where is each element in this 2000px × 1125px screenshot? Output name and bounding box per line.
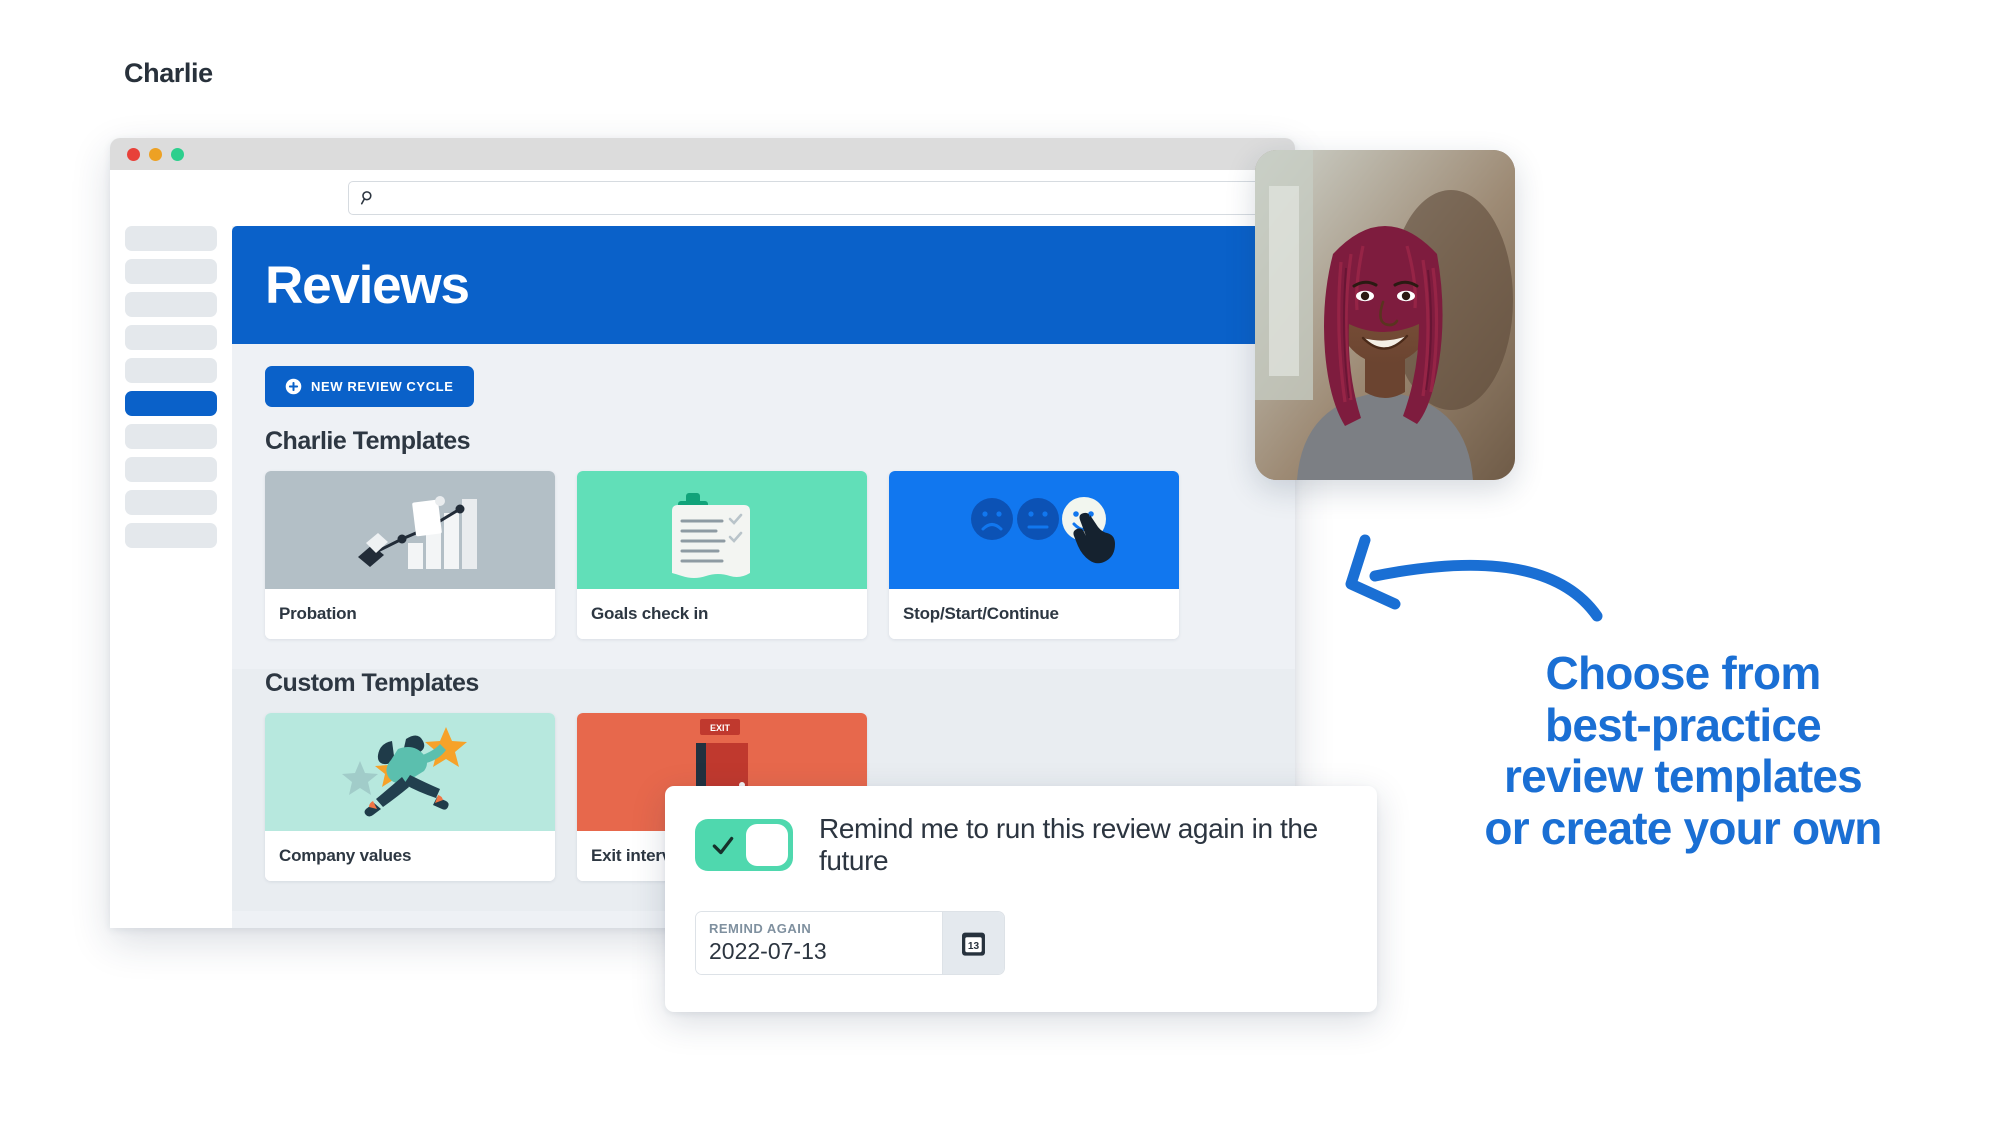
maximize-window-button[interactable]: [171, 147, 184, 161]
template-card-label: Probation: [265, 589, 555, 639]
curved-arrow-left-icon: [1325, 520, 1615, 650]
top-bar: [232, 170, 1295, 226]
clipboard-checklist-illustration: [672, 493, 750, 578]
template-card-label: Goals check in: [577, 589, 867, 639]
stop-start-continue-thumbnail: [889, 471, 1179, 589]
sidebar-item-7[interactable]: [125, 424, 217, 449]
probation-thumbnail: [265, 471, 555, 589]
smiling-person-portrait: [1255, 150, 1515, 480]
remind-toggle-row: Remind me to run this review again in th…: [695, 813, 1347, 877]
remind-date-caption: REMIND AGAIN: [709, 921, 812, 936]
sidebar-item-8[interactable]: [125, 457, 217, 482]
remind-date-input[interactable]: REMIND AGAIN 2022-07-13: [696, 912, 942, 974]
search-icon: [359, 189, 377, 207]
toggle-knob: [746, 824, 788, 866]
sidebar-item-4[interactable]: [125, 325, 217, 350]
remind-date-value: 2022-07-13: [709, 938, 827, 964]
page-header: Reviews: [232, 226, 1295, 344]
search-bar[interactable]: [348, 181, 1281, 215]
search-input[interactable]: [377, 182, 1270, 214]
new-review-cycle-label: NEW REVIEW CYCLE: [311, 379, 454, 394]
remind-date-field[interactable]: REMIND AGAIN 2022-07-13 13: [695, 911, 1005, 975]
sidebar-item-10[interactable]: [125, 523, 217, 548]
company-values-thumbnail: [265, 713, 555, 831]
charlie-templates-inner: Charlie Templates Probation Goals check …: [232, 427, 1295, 643]
new-review-cycle-button[interactable]: NEW REVIEW CYCLE: [265, 366, 474, 407]
headline-line-3: review templates: [1504, 750, 1863, 803]
marketing-headline: Choose from best-practice review templat…: [1398, 647, 1968, 854]
charlie-templates-card-list: Probation Goals check in Stop/Start/Cont…: [265, 471, 1295, 639]
sidebar-item-2[interactable]: [125, 259, 217, 284]
sidebar-item-3[interactable]: [125, 292, 217, 317]
minimize-window-button[interactable]: [149, 147, 162, 161]
page-title: Reviews: [265, 255, 470, 315]
goals-check-in-thumbnail: [577, 471, 867, 589]
close-window-button[interactable]: [127, 147, 140, 161]
emoji-rating-illustration: [971, 497, 1115, 564]
window-titlebar: [110, 138, 1295, 170]
template-card-goals-check-in[interactable]: Goals check in: [577, 471, 867, 639]
remind-popup: Remind me to run this review again in th…: [665, 786, 1377, 1012]
charlie-templates-heading: Charlie Templates: [265, 427, 471, 455]
remind-toggle[interactable]: [695, 819, 793, 871]
calendar-picker-button[interactable]: 13: [942, 912, 1004, 974]
sidebar: [110, 170, 232, 928]
svg-text:13: 13: [968, 941, 980, 952]
plus-circle-icon: [285, 378, 302, 395]
sidebar-item-1[interactable]: [125, 226, 217, 251]
sidebar-item-5[interactable]: [125, 358, 217, 383]
growth-chart-illustration: [358, 496, 477, 569]
toolbar: NEW REVIEW CYCLE: [232, 344, 1295, 427]
sidebar-item-reviews-active[interactable]: [125, 391, 217, 416]
headline-line-2: best-practice: [1545, 698, 1822, 751]
check-icon: [700, 832, 746, 858]
calendar-icon: 13: [959, 929, 988, 958]
charlie-templates-section: Charlie Templates Probation Goals check …: [232, 427, 1295, 669]
template-card-company-values[interactable]: Company values: [265, 713, 555, 881]
custom-templates-heading: Custom Templates: [265, 669, 479, 697]
template-card-stop-start-continue[interactable]: Stop/Start/Continue: [889, 471, 1179, 639]
template-card-probation[interactable]: Probation: [265, 471, 555, 639]
template-card-label: Company values: [265, 831, 555, 881]
sidebar-item-9[interactable]: [125, 490, 217, 515]
app-brand-name: Charlie: [124, 58, 213, 88]
remind-message: Remind me to run this review again in th…: [819, 813, 1318, 876]
avatar: [1255, 150, 1515, 480]
person-reaching-star-illustration: [342, 727, 467, 817]
template-card-label: Stop/Start/Continue: [889, 589, 1179, 639]
headline-line-4: or create your own: [1484, 801, 1882, 854]
svg-text:EXIT: EXIT: [710, 723, 731, 733]
headline-line-1: Choose from: [1545, 647, 1822, 699]
